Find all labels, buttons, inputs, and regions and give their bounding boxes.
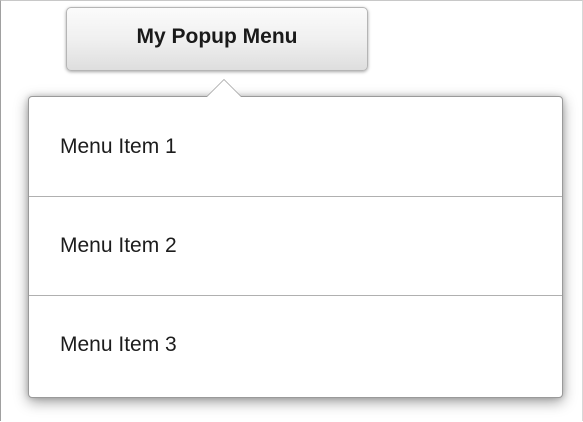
popup-menu-button[interactable]: My Popup Menu [66,7,368,71]
menu-item-2[interactable]: Menu Item 2 [29,196,562,295]
popup-menu: Menu Item 1 Menu Item 2 Menu Item 3 [28,79,563,398]
menu-item-3[interactable]: Menu Item 3 [29,295,562,394]
menu-item-1[interactable]: Menu Item 1 [29,97,562,196]
menu-pointer-arrow [206,79,242,97]
